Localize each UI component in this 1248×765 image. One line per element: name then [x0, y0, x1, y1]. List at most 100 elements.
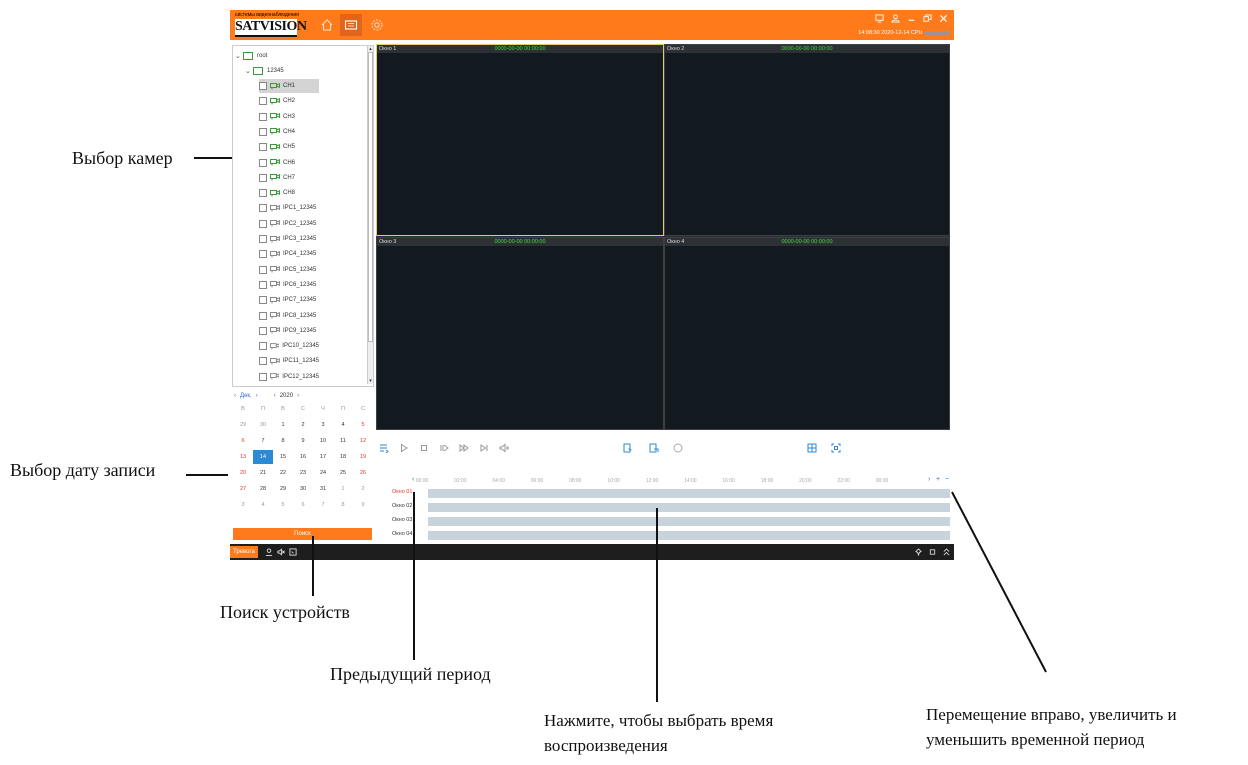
- tree-item[interactable]: IPC12_12345: [259, 370, 319, 384]
- prev-year-button[interactable]: ‹: [274, 393, 276, 399]
- calendar-day[interactable]: 16: [293, 450, 313, 464]
- tree-item[interactable]: IPC7_12345: [259, 293, 319, 307]
- minimize-icon[interactable]: [906, 13, 916, 23]
- step-frame-icon[interactable]: [478, 442, 490, 454]
- checkbox[interactable]: [259, 250, 267, 259]
- calendar-day[interactable]: 25: [333, 466, 353, 480]
- timeline-bar[interactable]: [428, 503, 950, 512]
- checkbox[interactable]: [259, 82, 267, 90]
- download-icon[interactable]: [648, 442, 660, 454]
- gear-icon[interactable]: [366, 14, 388, 36]
- scroll-down-icon[interactable]: ▾: [368, 378, 373, 384]
- calendar-day[interactable]: 24: [313, 466, 333, 480]
- calendar-day[interactable]: 30: [253, 418, 273, 432]
- video-window-1[interactable]: Окно 1 0000-00-00 00:00:00: [376, 44, 664, 236]
- chevron-down-icon[interactable]: ⌄: [245, 67, 253, 75]
- calendar-day[interactable]: 12: [353, 434, 373, 448]
- calendar-month[interactable]: Дек.: [240, 393, 252, 399]
- tree-item[interactable]: CH7: [259, 171, 319, 185]
- scroll-thumb[interactable]: [368, 52, 373, 342]
- checkbox[interactable]: [259, 127, 267, 136]
- checkbox[interactable]: [259, 204, 267, 213]
- tree-item[interactable]: IPC1_12345: [259, 201, 319, 215]
- calendar-day[interactable]: 2: [293, 418, 313, 432]
- zoom-out-button[interactable]: −: [945, 476, 949, 483]
- checkbox[interactable]: [259, 280, 267, 289]
- mute-icon[interactable]: [276, 547, 285, 556]
- tree-item[interactable]: CH1: [259, 79, 319, 93]
- checkbox[interactable]: [259, 342, 267, 351]
- tree-item[interactable]: IPC10_12345: [259, 339, 319, 353]
- user-icon[interactable]: [890, 13, 900, 23]
- restore-icon[interactable]: [922, 13, 932, 23]
- calendar-day[interactable]: 1: [273, 418, 293, 432]
- checkbox[interactable]: [259, 326, 267, 335]
- calendar-day[interactable]: 10: [313, 434, 333, 448]
- calendar-day[interactable]: 18: [333, 450, 353, 464]
- calendar-day[interactable]: 4: [333, 418, 353, 432]
- calendar-day[interactable]: 13: [233, 450, 253, 464]
- calendar-day[interactable]: 19: [353, 450, 373, 464]
- log-icon[interactable]: [288, 547, 297, 556]
- calendar-day[interactable]: 31: [313, 482, 333, 496]
- calendar-day[interactable]: 9: [293, 434, 313, 448]
- screen-icon[interactable]: [874, 13, 884, 23]
- tree-item[interactable]: IPC4_12345: [259, 247, 319, 261]
- checkbox[interactable]: [259, 311, 267, 320]
- checkbox[interactable]: [259, 97, 267, 106]
- close-icon[interactable]: [938, 13, 948, 23]
- checkbox[interactable]: [259, 173, 267, 182]
- checkbox[interactable]: [259, 265, 267, 274]
- calendar-day[interactable]: 4: [253, 498, 273, 512]
- fast-forward-icon[interactable]: [458, 442, 470, 454]
- slow-icon[interactable]: [438, 442, 450, 454]
- timeline-bar[interactable]: [428, 517, 950, 526]
- pin-icon[interactable]: [914, 547, 922, 556]
- playback-icon[interactable]: [340, 14, 362, 36]
- checkbox[interactable]: [259, 296, 267, 305]
- calendar-day[interactable]: 23: [293, 466, 313, 480]
- calendar-day[interactable]: 29: [273, 482, 293, 496]
- timeline-row[interactable]: Окно 01: [376, 488, 952, 499]
- calendar-day[interactable]: 27: [233, 482, 253, 496]
- next-year-button[interactable]: ›: [297, 393, 299, 399]
- tree-item[interactable]: CH2: [259, 94, 319, 108]
- tree-scrollbar[interactable]: ▴ ▾: [367, 46, 373, 384]
- calendar-day[interactable]: 7: [253, 434, 273, 448]
- checkbox[interactable]: [259, 357, 267, 366]
- video-window-4[interactable]: Окно 4 0000-00-00 00:00:00: [664, 237, 950, 430]
- checkbox[interactable]: [259, 158, 267, 167]
- calendar-day[interactable]: 17: [313, 450, 333, 464]
- calendar-day[interactable]: 6: [293, 498, 313, 512]
- tree-item[interactable]: IPC11_12345: [259, 354, 319, 368]
- checkbox[interactable]: [259, 219, 267, 228]
- calendar-day[interactable]: 20: [233, 466, 253, 480]
- timeline-prev-button[interactable]: ‹: [412, 476, 414, 483]
- video-window-2[interactable]: Окно 2 0000-00-00 00:00:00: [664, 44, 950, 236]
- playlist-icon[interactable]: [378, 442, 390, 454]
- calendar-day[interactable]: 26: [353, 466, 373, 480]
- calendar-day[interactable]: 15: [273, 450, 293, 464]
- home-icon[interactable]: [316, 14, 338, 36]
- calendar-day[interactable]: 2: [353, 482, 373, 496]
- calendar-day[interactable]: 3: [313, 418, 333, 432]
- checkbox[interactable]: [259, 143, 267, 152]
- volume-icon[interactable]: [498, 442, 510, 454]
- collapse-icon[interactable]: [942, 547, 950, 556]
- tree-device[interactable]: ⌄ 12345: [245, 64, 284, 78]
- checkbox[interactable]: [259, 112, 267, 121]
- play-icon[interactable]: [398, 442, 410, 454]
- sync-icon[interactable]: [672, 442, 684, 454]
- calendar-day[interactable]: 28: [253, 482, 273, 496]
- prev-month-button[interactable]: ‹: [234, 393, 236, 399]
- calendar-day[interactable]: 3: [233, 498, 253, 512]
- calendar-day[interactable]: 9: [353, 498, 373, 512]
- stop-icon[interactable]: [418, 442, 430, 454]
- tree-item[interactable]: IPC3_12345: [259, 232, 319, 246]
- tree-item[interactable]: CH3: [259, 110, 319, 124]
- timeline-row[interactable]: Окно 04: [376, 530, 952, 541]
- calendar-day[interactable]: 14: [253, 450, 273, 464]
- tree-item[interactable]: CH4: [259, 125, 319, 139]
- search-button[interactable]: Поиск: [233, 528, 372, 540]
- fullscreen-icon[interactable]: [830, 442, 842, 454]
